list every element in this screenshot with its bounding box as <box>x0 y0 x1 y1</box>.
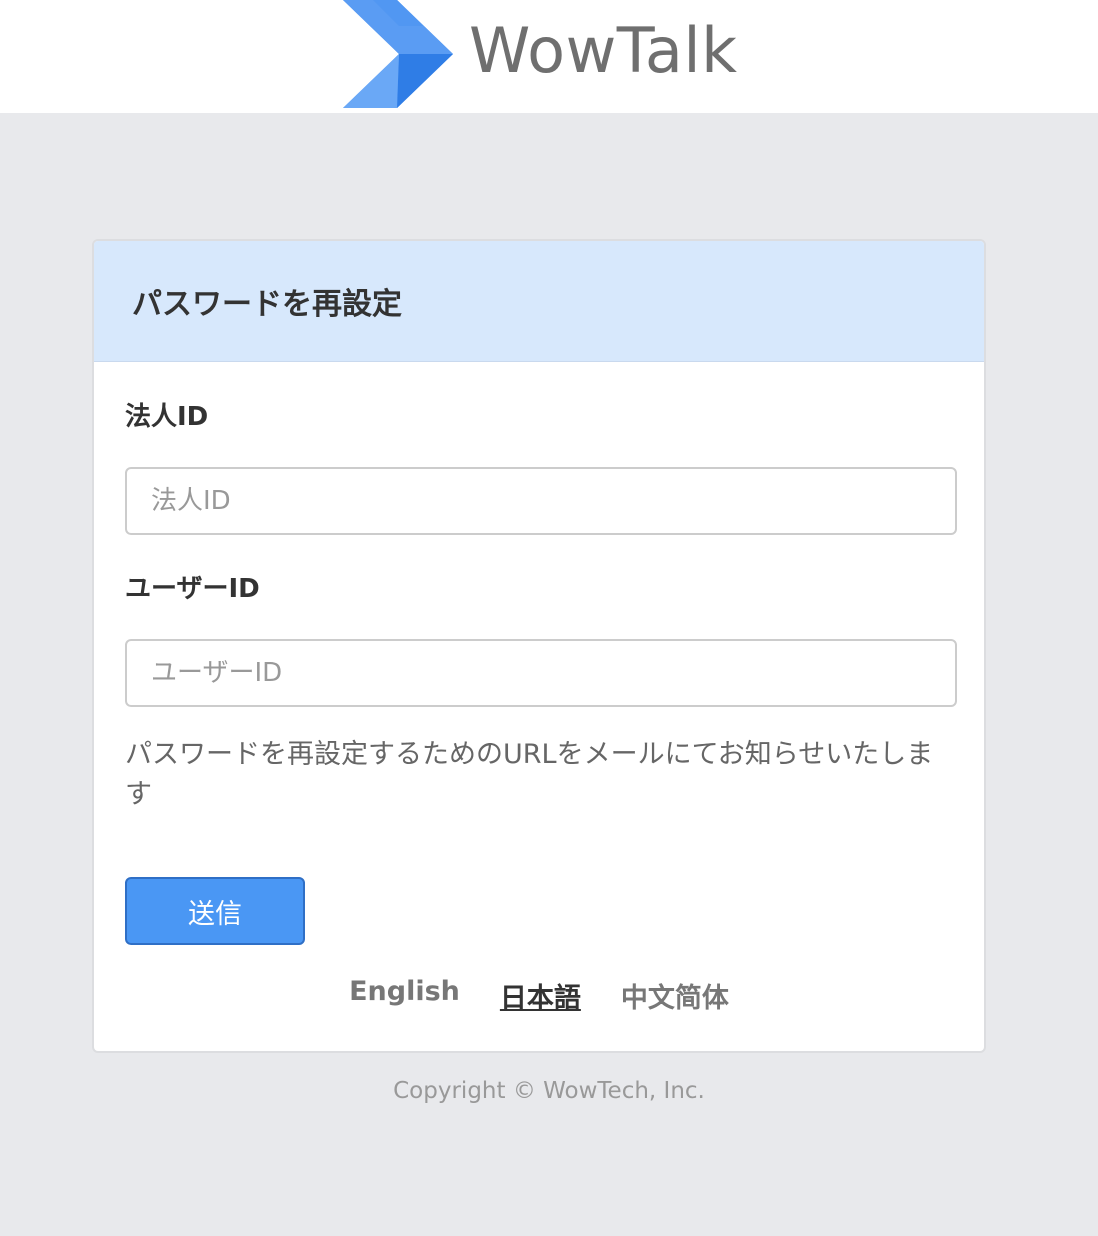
user-id-label: ユーザーID <box>125 574 260 604</box>
company-id-input[interactable] <box>125 467 957 535</box>
lang-link-english[interactable]: English <box>349 976 460 1015</box>
reset-info-text: パスワードを再設定するためのURLをメールにてお知らせいたします <box>125 739 934 810</box>
lang-link-chinese[interactable]: 中文简体 <box>621 976 729 1015</box>
card-header: パスワードを再設定 <box>94 241 984 362</box>
language-switcher: English 日本語 中文简体 <box>94 976 984 1015</box>
lang-link-japanese[interactable]: 日本語 <box>500 976 581 1015</box>
company-id-label: 法人ID <box>125 402 209 432</box>
copyright-text: Copyright © WowTech, Inc. <box>393 1078 705 1104</box>
page-title: パスワードを再設定 <box>132 287 402 322</box>
chevron-logo-icon <box>343 0 453 108</box>
user-id-input[interactable] <box>125 639 957 707</box>
submit-button[interactable]: 送信 <box>125 877 305 945</box>
reset-password-card: パスワードを再設定 法人ID ユーザーID パスワードを再設定するためのURLを… <box>92 239 986 1053</box>
page-header: WowTalk <box>0 0 1098 113</box>
logo[interactable]: WowTalk <box>343 0 738 108</box>
logo-text: WowTalk <box>469 14 738 87</box>
